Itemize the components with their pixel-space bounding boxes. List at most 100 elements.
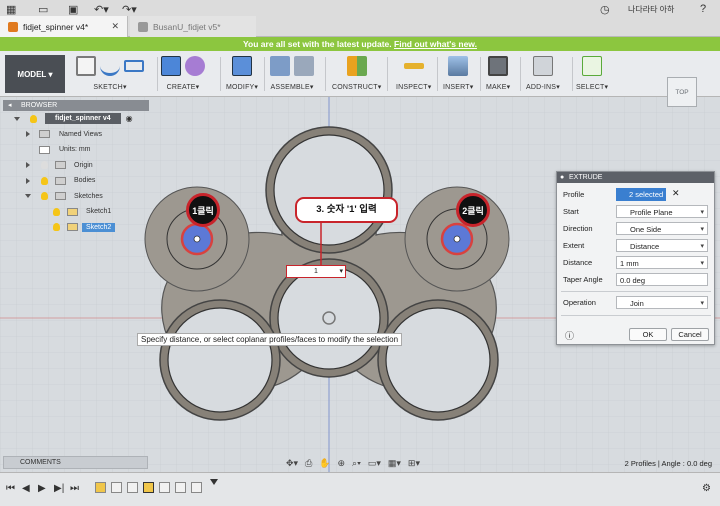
- taper-field[interactable]: 0.0 deg: [616, 273, 708, 286]
- step-forward-icon[interactable]: ▶|: [54, 483, 64, 494]
- info-icon[interactable]: ⓘ: [565, 329, 574, 342]
- browser-panel: ◂ BROWSER fidjet_spinner v4 ◉ Named Views…: [3, 100, 149, 245]
- undo-icon[interactable]: ↶▾: [94, 3, 109, 16]
- create-sketch-icon[interactable]: [76, 56, 96, 76]
- select-arrow-icon[interactable]: [582, 56, 603, 76]
- 3d-print-icon[interactable]: [488, 56, 509, 76]
- timeline-marker-icon[interactable]: [210, 479, 218, 485]
- sketch-group[interactable]: SKETCH▾: [76, 53, 144, 95]
- offset-plane-icon[interactable]: [346, 56, 367, 76]
- joint-icon[interactable]: [294, 56, 314, 76]
- scripts-icon[interactable]: [532, 56, 553, 76]
- timeline-sketch-icon[interactable]: [143, 482, 154, 493]
- insert-image-icon[interactable]: [448, 56, 469, 76]
- profile-label: Profile: [563, 190, 585, 199]
- clock-icon[interactable]: ◷: [600, 3, 610, 16]
- go-to-end-icon[interactable]: ⏭: [70, 483, 79, 494]
- clear-selection-icon[interactable]: ✕: [672, 188, 680, 199]
- construct-group[interactable]: CONSTRUCT▾: [332, 53, 381, 95]
- cancel-button[interactable]: Cancel: [671, 328, 709, 341]
- addins-group[interactable]: ADD-INS▾: [526, 53, 560, 95]
- timeline-sketch-icon[interactable]: [95, 482, 106, 493]
- document-icon: [138, 21, 148, 32]
- distance-input[interactable]: 1 ▾: [286, 265, 346, 278]
- radio-icon[interactable]: ◉: [126, 114, 133, 123]
- extrude-icon[interactable]: [161, 56, 181, 76]
- tab-label: fidjet_spinner v4*: [23, 21, 89, 32]
- new-component-icon[interactable]: [270, 56, 290, 76]
- browser-item-sketches[interactable]: Sketches: [3, 189, 149, 205]
- extent-label: Extent: [563, 241, 585, 250]
- open-file-icon[interactable]: ▭: [38, 3, 48, 16]
- press-pull-icon[interactable]: [232, 56, 253, 76]
- zoom-icon[interactable]: ⊕: [337, 458, 345, 469]
- pan-icon[interactable]: ✋: [319, 458, 330, 469]
- timeline-feature-icon[interactable]: [127, 482, 138, 493]
- inspect-group[interactable]: INSPECT▾: [396, 53, 431, 95]
- measure-icon[interactable]: [403, 63, 424, 69]
- create-group[interactable]: CREATE▾: [161, 53, 205, 95]
- save-icon[interactable]: ▣: [68, 3, 78, 16]
- zoom-window-icon[interactable]: ⌕▾: [352, 458, 361, 469]
- rectangle-icon[interactable]: [124, 60, 144, 72]
- redo-icon[interactable]: ↷▾: [122, 3, 137, 16]
- browser-item-sketch2[interactable]: Sketch2: [3, 220, 149, 236]
- look-at-icon[interactable]: ⎙: [305, 458, 312, 469]
- direction-select[interactable]: One Side ▾: [616, 222, 708, 235]
- navigation-bar: ✥▾ ⎙ ✋ ⊕ ⌕▾ ▭▾ ▦▾ ⊞▾: [283, 456, 441, 471]
- operation-select[interactable]: Join ▾: [616, 296, 708, 309]
- timeline-feature-icon[interactable]: [175, 482, 186, 493]
- user-name[interactable]: 나다라타 아하: [628, 4, 674, 15]
- play-icon[interactable]: ▶: [38, 483, 46, 494]
- app-grid-icon[interactable]: ▦: [6, 3, 16, 16]
- ok-button[interactable]: OK: [629, 328, 667, 341]
- tooltip: Specify distance, or select coplanar pro…: [137, 333, 403, 346]
- workspace-switcher[interactable]: MODEL ▾: [5, 55, 65, 93]
- arc-icon[interactable]: [100, 56, 120, 76]
- profile-selection[interactable]: 2 selected: [616, 188, 666, 201]
- update-banner: You are all set with the latest update. …: [0, 37, 720, 51]
- timeline-feature-icon[interactable]: [159, 482, 170, 493]
- insert-group[interactable]: INSERT▾: [443, 53, 473, 95]
- browser-item-named-views[interactable]: Named Views: [3, 127, 149, 143]
- assemble-label: ASSEMBLE▾: [270, 84, 314, 91]
- make-group[interactable]: MAKE▾: [486, 53, 510, 95]
- tab-busanu-fidjet[interactable]: BusanU_fidjet v5*: [130, 16, 256, 37]
- browser-item-units[interactable]: Units: mm: [3, 142, 149, 158]
- timeline-feature-icon[interactable]: [191, 482, 202, 493]
- browser-header[interactable]: ◂ BROWSER: [3, 100, 149, 111]
- timeline-feature-icon[interactable]: [111, 482, 122, 493]
- addins-label: ADD-INS▾: [526, 84, 560, 91]
- assemble-group[interactable]: ASSEMBLE▾: [270, 53, 314, 95]
- make-label: MAKE▾: [486, 84, 511, 91]
- tab-fidjet-spinner[interactable]: fidjet_spinner v4* ✕: [0, 16, 128, 37]
- comments-panel[interactable]: COMMENTS: [3, 456, 148, 469]
- sketch-label: SKETCH▾: [93, 84, 127, 91]
- close-tab-icon[interactable]: ✕: [111, 21, 119, 32]
- sphere-icon[interactable]: [185, 56, 205, 76]
- start-label: Start: [563, 207, 579, 216]
- display-settings-icon[interactable]: ▭▾: [368, 458, 381, 469]
- distance-label: Distance: [563, 258, 593, 267]
- help-icon[interactable]: ?: [700, 3, 706, 15]
- browser-item-bodies[interactable]: Bodies: [3, 173, 149, 189]
- extent-select[interactable]: Distance ▾: [616, 239, 708, 252]
- view-cube[interactable]: TOP: [667, 77, 697, 107]
- timeline-settings-icon[interactable]: ⚙: [702, 483, 711, 494]
- orbit-icon[interactable]: ✥▾: [286, 458, 298, 469]
- distance-field[interactable]: 1 mm ▾: [616, 256, 708, 269]
- banner-link[interactable]: Find out what's new.: [394, 39, 477, 49]
- select-group[interactable]: SELECT▾: [576, 53, 608, 95]
- browser-item-sketch1[interactable]: Sketch1: [3, 204, 149, 220]
- browser-item-origin[interactable]: Origin: [3, 158, 149, 174]
- tab-label: BusanU_fidjet v5*: [153, 21, 221, 32]
- grid-settings-icon[interactable]: ▦▾: [388, 458, 401, 469]
- go-to-start-icon[interactable]: ⏮: [6, 483, 15, 494]
- status-text: 2 Profiles | Angle : 0.0 deg: [624, 459, 712, 468]
- viewports-icon[interactable]: ⊞▾: [408, 458, 420, 469]
- modify-group[interactable]: MODIFY▾: [226, 53, 258, 95]
- browser-root[interactable]: fidjet_spinner v4 ◉: [3, 111, 149, 127]
- start-select[interactable]: Profile Plane ▾: [616, 205, 708, 218]
- extrude-header[interactable]: ● EXTRUDE: [557, 172, 714, 183]
- step-back-icon[interactable]: ◀: [22, 483, 30, 494]
